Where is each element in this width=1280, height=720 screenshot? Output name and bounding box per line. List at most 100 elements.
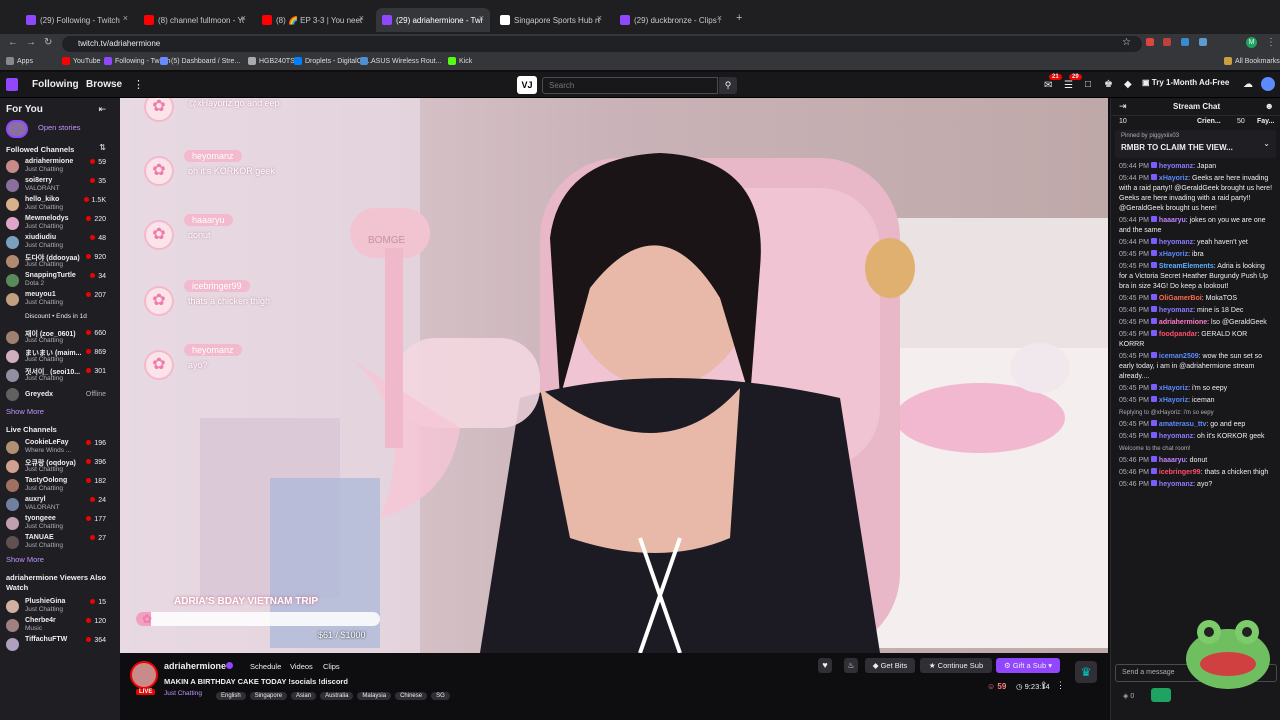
collapse-sidebar-icon[interactable]: ⇤ <box>98 104 106 115</box>
browser-tab[interactable]: Singapore Sports Hub rename× <box>494 8 608 32</box>
hype-train-icon[interactable]: ♛ <box>1075 661 1097 683</box>
message-username[interactable]: haaaryu <box>1159 457 1186 464</box>
extension-icon[interactable] <box>1199 38 1207 46</box>
search-input[interactable] <box>542 77 718 94</box>
message-username[interactable]: foodpandar <box>1159 331 1198 338</box>
stream-tag[interactable]: English <box>216 692 246 700</box>
continue-sub-button[interactable]: ★ Continue Sub <box>920 658 992 673</box>
stream-tag[interactable]: Singapore <box>249 692 288 700</box>
try-adfree-button[interactable]: ▣ Try 1-Month Ad-Free <box>1142 78 1229 87</box>
chat-message[interactable]: 05:45 PM iceman2509: wow the sun set so … <box>1111 351 1280 383</box>
chat-message[interactable]: 05:45 PM StreamElements: Adria is lookin… <box>1111 261 1280 293</box>
all-bookmarks[interactable]: All Bookmarks <box>1224 57 1280 65</box>
crown-icon[interactable]: ♚ <box>1104 79 1113 90</box>
message-username[interactable]: OliGamerBoi <box>1159 295 1202 302</box>
back-icon[interactable]: ← <box>8 37 18 48</box>
bookmark-item[interactable]: Kick <box>448 57 472 65</box>
message-username[interactable]: amaterasu_ttv <box>1159 421 1206 428</box>
chat-message[interactable]: 05:46 PM haaaryu: donut <box>1111 455 1280 467</box>
sidebar-channel[interactable]: Discount • Ends in 1d <box>0 310 120 327</box>
sidebar-channel[interactable]: TastyOolong Just Chatting 182 <box>0 477 120 494</box>
message-username[interactable]: heyomanz <box>1159 163 1193 170</box>
channel-name[interactable]: adriahermione <box>164 661 226 671</box>
stream-tag[interactable]: Malaysia <box>357 692 392 700</box>
message-username[interactable]: StreamElements <box>1159 263 1214 270</box>
more-icon[interactable]: ⋮ <box>133 78 144 91</box>
message-username[interactable]: xHayoriz <box>1159 175 1188 182</box>
message-username[interactable]: xHayoriz <box>1159 385 1188 392</box>
collapse-chat-icon[interactable]: ⇥ <box>1119 101 1127 112</box>
chat-message[interactable]: 05:45 PM adriahermione: lso @GeraldGeek <box>1111 317 1280 329</box>
bookmark-item[interactable]: YouTube <box>62 57 101 65</box>
open-stories-link[interactable]: Open stories <box>38 123 81 132</box>
users-icon[interactable]: ☻ <box>1265 101 1274 111</box>
extension-logo-icon[interactable]: VJ <box>517 76 537 94</box>
close-tab-icon[interactable]: × <box>123 13 128 23</box>
inbox-icon[interactable]: ☰ <box>1064 80 1073 91</box>
sidebar-channel[interactable]: Greyedx Offline <box>0 386 120 403</box>
bookmark-item[interactable]: ASUS Wireless Rout... <box>360 57 441 65</box>
category-link[interactable]: Just Chatting <box>164 690 202 697</box>
share-icon[interactable]: ⇧ <box>1040 680 1048 691</box>
reload-icon[interactable]: ↻ <box>44 37 52 48</box>
nav-browse[interactable]: Browse <box>86 79 122 90</box>
chat-message[interactable]: 05:44 PM heyomanz: Japan <box>1111 161 1280 173</box>
message-username[interactable]: icebringer99 <box>1159 469 1201 476</box>
sidebar-channel[interactable]: 재이 (zoe_0601) Just Chatting 660 <box>0 329 120 346</box>
sidebar-channel[interactable]: CookieLeFay Where Winds ... 196 <box>0 439 120 456</box>
chat-message[interactable]: 05:44 PM xHayoriz: Geeks are here invadi… <box>1111 173 1280 215</box>
close-tab-icon[interactable]: × <box>479 13 484 23</box>
sidebar-channel[interactable]: まいまい (maim... Just Chatting 869 <box>0 348 120 365</box>
bookmark-star-icon[interactable]: ☆ <box>1122 37 1131 48</box>
close-tab-icon[interactable]: × <box>717 13 722 23</box>
chat-message[interactable]: 05:45 PM foodpandar: GERALD KOR KORRR <box>1111 329 1280 351</box>
sidebar-channel[interactable]: tyongeee Just Chatting 177 <box>0 515 120 532</box>
chat-message[interactable]: Replying to @xHayoriz: i'm so eepy <box>1111 407 1280 419</box>
chat-message[interactable]: 05:45 PM heyomanz: oh it's KORKOR geek <box>1111 431 1280 443</box>
whispers-icon[interactable]: □ <box>1085 79 1091 90</box>
bell-icon[interactable]: ♨ <box>844 658 858 673</box>
chat-settings-icon[interactable] <box>1151 688 1171 702</box>
message-username[interactable]: heyomanz <box>1159 433 1193 440</box>
sidebar-channel[interactable]: soi8erry VALORANT 35 <box>0 177 120 194</box>
more-options-icon[interactable]: ⋮ <box>1056 680 1065 691</box>
browser-tab[interactable]: (8) channel fullmoon - YouTube× <box>138 8 252 32</box>
sidebar-channel[interactable]: 도다야 (ddooyaa) Just Chatting 920 <box>0 253 120 270</box>
sidebar-channel[interactable]: Mewmelodys Just Chatting 220 <box>0 215 120 232</box>
gift-sub-button[interactable]: ⚙ Gift a Sub ▾ <box>996 658 1060 673</box>
chat-message[interactable]: 05:45 PM xHayoriz: iceman <box>1111 395 1280 407</box>
open-stories-row[interactable]: Open stories <box>0 118 120 140</box>
sidebar-channel[interactable]: hello_kiko Just Chatting 1.5K <box>0 196 120 213</box>
extension-icon[interactable] <box>1181 38 1189 46</box>
sidebar-channel[interactable]: 젓서이_ (seoi10... Just Chatting 301 <box>0 367 120 384</box>
sidebar-channel[interactable]: meuyou1 Just Chatting 207 <box>0 291 120 308</box>
sidebar-channel[interactable]: 오큐랑 (oqdoya) Just Chatting 396 <box>0 458 120 475</box>
chat-message[interactable]: 05:45 PM OliGamerBoi: MokaTOS <box>1111 293 1280 305</box>
video-player[interactable]: BOMGE ✿ @xHayoriz go and eep ✿ heyomanz oh i… <box>120 98 1108 653</box>
bookmark-item[interactable]: (5) Dashboard / Stre... <box>160 57 240 65</box>
prime-crown-icon[interactable]: ☁ <box>1243 79 1253 90</box>
sidebar-channel[interactable]: auxryl VALORANT 24 <box>0 496 120 513</box>
schedule-link[interactable]: Schedule <box>250 662 281 671</box>
channel-points[interactable]: ◈ 0 <box>1123 692 1134 700</box>
chat-message[interactable]: Welcome to the chat room! <box>1111 443 1280 455</box>
streamer-avatar[interactable] <box>130 661 158 689</box>
expand-pinned-icon[interactable]: ⌄ <box>1263 139 1270 148</box>
videos-link[interactable]: Videos <box>290 662 313 671</box>
message-username[interactable]: heyomanz <box>1159 481 1193 488</box>
heart-icon[interactable]: ♥ <box>818 658 832 673</box>
show-more-followed[interactable]: Show More <box>0 405 120 418</box>
forward-icon[interactable]: → <box>26 37 36 48</box>
search-icon[interactable]: ⚲ <box>719 77 737 94</box>
sidebar-channel[interactable]: TiffachuFTW 364 <box>0 636 120 653</box>
bookmark-item[interactable]: Apps <box>6 57 33 65</box>
close-tab-icon[interactable]: × <box>241 13 246 23</box>
show-more-live[interactable]: Show More <box>0 553 120 566</box>
profile-avatar[interactable]: M <box>1246 37 1257 48</box>
message-username[interactable]: adriahermione <box>1159 319 1207 326</box>
sidebar-channel[interactable]: xiudiudiu Just Chatting 48 <box>0 234 120 251</box>
message-username[interactable]: heyomanz <box>1159 307 1193 314</box>
sidebar-channel[interactable]: SnappingTurtle Dota 2 34 <box>0 272 120 289</box>
stream-tag[interactable]: Australia <box>320 692 354 700</box>
url-input[interactable]: twitch.tv/adriahermione <box>62 36 1142 52</box>
